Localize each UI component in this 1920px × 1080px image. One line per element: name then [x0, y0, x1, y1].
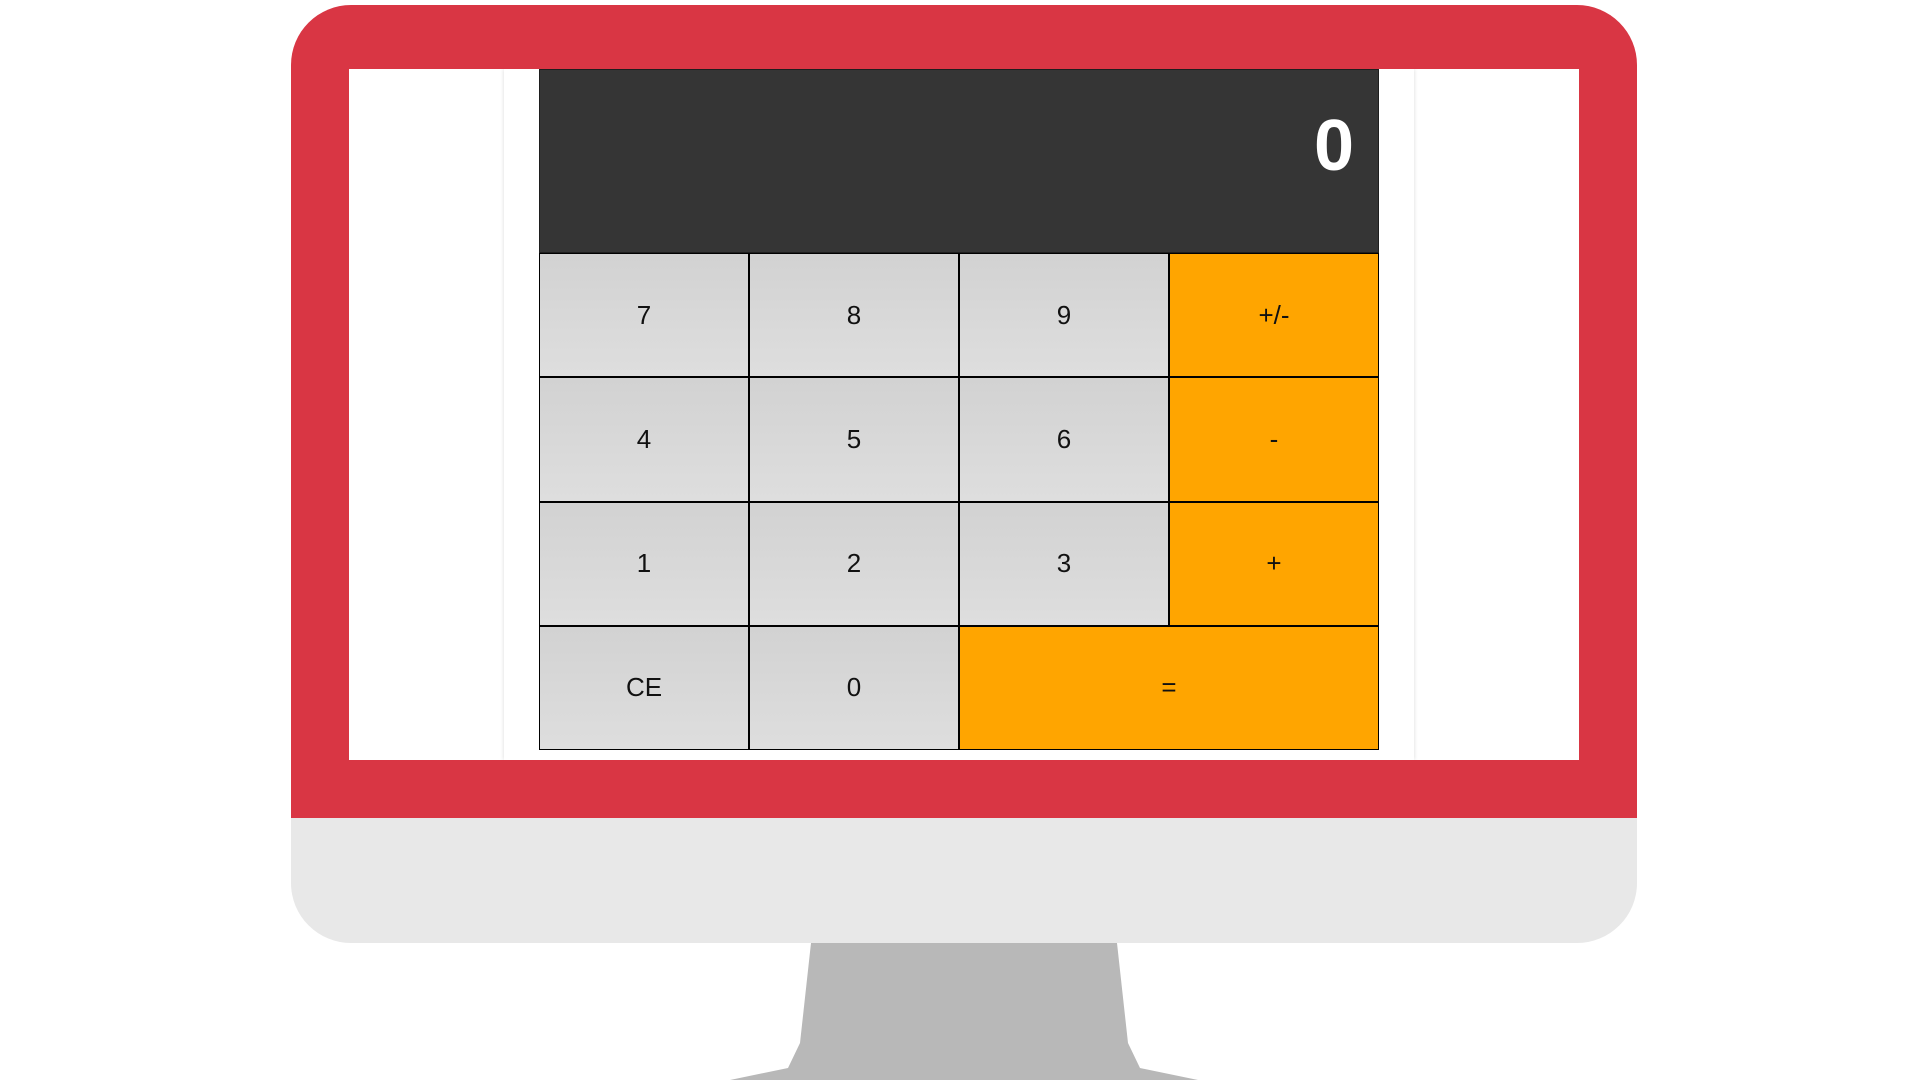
key-0[interactable]: 0 — [749, 625, 959, 750]
key-plus[interactable]: + — [1169, 501, 1379, 626]
key-8[interactable]: 8 — [749, 253, 959, 378]
stage: 0 7 8 9 +/- 4 5 6 - 1 2 3 + CE 0 = — [0, 0, 1920, 1080]
key-4[interactable]: 4 — [539, 377, 749, 502]
key-clear[interactable]: CE — [539, 625, 749, 750]
key-9[interactable]: 9 — [959, 253, 1169, 378]
key-1[interactable]: 1 — [539, 501, 749, 626]
display-value: 0 — [1313, 106, 1354, 186]
calculator-display: 0 — [539, 69, 1379, 253]
key-6[interactable]: 6 — [959, 377, 1169, 502]
key-5[interactable]: 5 — [749, 377, 959, 502]
key-minus[interactable]: - — [1169, 377, 1379, 502]
monitor-chin — [291, 818, 1637, 943]
monitor-stand — [730, 943, 1198, 1080]
key-equals[interactable]: = — [959, 625, 1379, 750]
page-panel: 0 7 8 9 +/- 4 5 6 - 1 2 3 + CE 0 = — [504, 69, 1414, 760]
key-7[interactable]: 7 — [539, 253, 749, 378]
key-3[interactable]: 3 — [959, 501, 1169, 626]
monitor-screen: 0 7 8 9 +/- 4 5 6 - 1 2 3 + CE 0 = — [349, 69, 1579, 760]
key-2[interactable]: 2 — [749, 501, 959, 626]
key-plus-minus[interactable]: +/- — [1169, 253, 1379, 378]
calculator: 0 7 8 9 +/- 4 5 6 - 1 2 3 + CE 0 = — [539, 69, 1379, 750]
keypad: 7 8 9 +/- 4 5 6 - 1 2 3 + CE 0 = — [539, 253, 1379, 750]
